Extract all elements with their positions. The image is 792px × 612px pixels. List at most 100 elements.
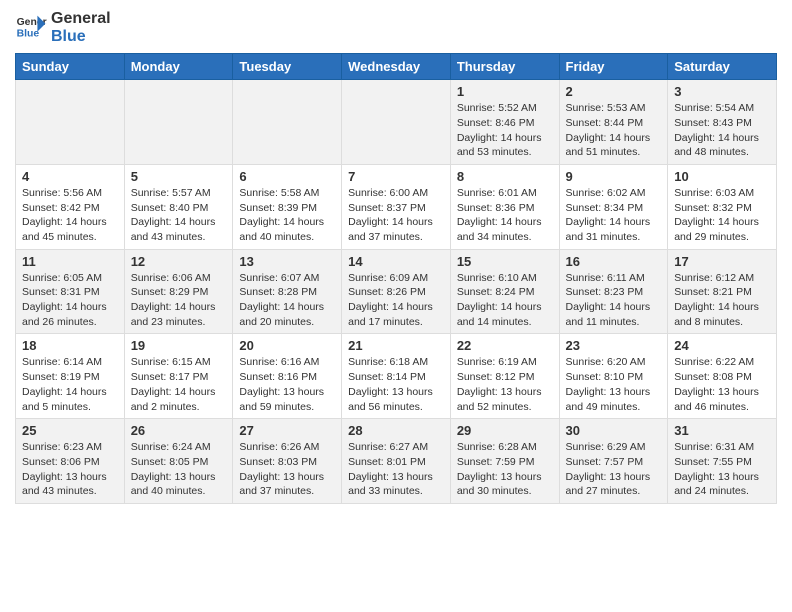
calendar-cell: 3Sunrise: 5:54 AMSunset: 8:43 PMDaylight… <box>668 80 777 165</box>
day-number: 4 <box>22 169 118 184</box>
day-number: 12 <box>131 254 227 269</box>
day-number: 19 <box>131 338 227 353</box>
day-info: Sunrise: 6:27 AMSunset: 8:01 PMDaylight:… <box>348 440 444 499</box>
calendar-cell <box>233 80 342 165</box>
week-row-5: 25Sunrise: 6:23 AMSunset: 8:06 PMDayligh… <box>16 419 777 504</box>
day-info: Sunrise: 6:06 AMSunset: 8:29 PMDaylight:… <box>131 271 227 330</box>
day-info: Sunrise: 6:02 AMSunset: 8:34 PMDaylight:… <box>566 186 662 245</box>
header-cell-wednesday: Wednesday <box>342 54 451 80</box>
day-number: 8 <box>457 169 553 184</box>
day-number: 1 <box>457 84 553 99</box>
day-info: Sunrise: 5:56 AMSunset: 8:42 PMDaylight:… <box>22 186 118 245</box>
calendar-cell: 24 Sunrise: 6:22 AMSunset: 8:08 PMDayligh… <box>668 334 777 419</box>
day-info: Sunrise: 5:58 AMSunset: 8:39 PMDaylight:… <box>239 186 335 245</box>
day-info: Sunrise: 6:31 AMSunset: 7:55 PMDaylight:… <box>674 440 770 499</box>
calendar-header: SundayMondayTuesdayWednesdayThursdayFrid… <box>16 54 777 80</box>
week-row-3: 11Sunrise: 6:05 AMSunset: 8:31 PMDayligh… <box>16 249 777 334</box>
week-row-4: 18Sunrise: 6:14 AMSunset: 8:19 PMDayligh… <box>16 334 777 419</box>
day-info: Sunrise: 5:57 AMSunset: 8:40 PMDaylight:… <box>131 186 227 245</box>
day-info: Sunrise: 6:28 AMSunset: 7:59 PMDaylight:… <box>457 440 553 499</box>
calendar-cell: 25Sunrise: 6:23 AMSunset: 8:06 PMDayligh… <box>16 419 125 504</box>
day-number: 5 <box>131 169 227 184</box>
day-info: Sunrise: 6:15 AMSunset: 8:17 PMDaylight:… <box>131 355 227 414</box>
header-cell-monday: Monday <box>124 54 233 80</box>
calendar-cell: 7 Sunrise: 6:00 AMSunset: 8:37 PMDaylight… <box>342 164 451 249</box>
calendar-cell: 4 Sunrise: 5:56 AMSunset: 8:42 PMDaylight… <box>16 164 125 249</box>
day-number: 9 <box>566 169 662 184</box>
calendar-cell: 14Sunrise: 6:09 AMSunset: 8:26 PMDayligh… <box>342 249 451 334</box>
header: General Blue General Blue <box>15 10 777 45</box>
day-number: 27 <box>239 423 335 438</box>
calendar-cell: 15 Sunrise: 6:10 AMSunset: 8:24 PMDayligh… <box>450 249 559 334</box>
logo-line2: Blue <box>51 28 111 46</box>
day-info: Sunrise: 6:18 AMSunset: 8:14 PMDaylight:… <box>348 355 444 414</box>
logo: General Blue General Blue <box>15 10 111 45</box>
day-number: 31 <box>674 423 770 438</box>
day-info: Sunrise: 6:22 AMSunset: 8:08 PMDaylight:… <box>674 355 770 414</box>
day-info: Sunrise: 6:10 AMSunset: 8:24 PMDaylight:… <box>457 271 553 330</box>
logo-icon: General Blue <box>15 14 47 42</box>
day-number: 28 <box>348 423 444 438</box>
day-number: 24 <box>674 338 770 353</box>
day-info: Sunrise: 6:07 AMSunset: 8:28 PMDaylight:… <box>239 271 335 330</box>
calendar-cell: 8 Sunrise: 6:01 AMSunset: 8:36 PMDaylight… <box>450 164 559 249</box>
calendar-cell: 31 Sunrise: 6:31 AMSunset: 7:55 PMDayligh… <box>668 419 777 504</box>
day-info: Sunrise: 6:09 AMSunset: 8:26 PMDaylight:… <box>348 271 444 330</box>
day-info: Sunrise: 6:11 AMSunset: 8:23 PMDaylight:… <box>566 271 662 330</box>
day-number: 15 <box>457 254 553 269</box>
logo-line1: General <box>51 10 111 28</box>
calendar-cell: 19 Sunrise: 6:15 AMSunset: 8:17 PMDayligh… <box>124 334 233 419</box>
calendar-cell: 11Sunrise: 6:05 AMSunset: 8:31 PMDayligh… <box>16 249 125 334</box>
day-number: 13 <box>239 254 335 269</box>
day-number: 2 <box>566 84 662 99</box>
day-info: Sunrise: 6:01 AMSunset: 8:36 PMDaylight:… <box>457 186 553 245</box>
calendar-cell: 9 Sunrise: 6:02 AMSunset: 8:34 PMDaylight… <box>559 164 668 249</box>
calendar-cell: 12 Sunrise: 6:06 AMSunset: 8:29 PMDayligh… <box>124 249 233 334</box>
day-info: Sunrise: 6:19 AMSunset: 8:12 PMDaylight:… <box>457 355 553 414</box>
calendar-table: SundayMondayTuesdayWednesdayThursdayFrid… <box>15 53 777 504</box>
day-info: Sunrise: 5:53 AMSunset: 8:44 PMDaylight:… <box>566 101 662 160</box>
day-number: 7 <box>348 169 444 184</box>
calendar-cell: 1Sunrise: 5:52 AMSunset: 8:46 PMDaylight… <box>450 80 559 165</box>
calendar-cell: 20Sunrise: 6:16 AMSunset: 8:16 PMDayligh… <box>233 334 342 419</box>
day-number: 29 <box>457 423 553 438</box>
calendar-cell: 6 Sunrise: 5:58 AMSunset: 8:39 PMDaylight… <box>233 164 342 249</box>
day-info: Sunrise: 6:24 AMSunset: 8:05 PMDaylight:… <box>131 440 227 499</box>
calendar-cell: 16Sunrise: 6:11 AMSunset: 8:23 PMDayligh… <box>559 249 668 334</box>
day-info: Sunrise: 6:16 AMSunset: 8:16 PMDaylight:… <box>239 355 335 414</box>
day-number: 18 <box>22 338 118 353</box>
calendar-cell: 21 Sunrise: 6:18 AMSunset: 8:14 PMDayligh… <box>342 334 451 419</box>
day-info: Sunrise: 6:05 AMSunset: 8:31 PMDaylight:… <box>22 271 118 330</box>
calendar-cell: 17Sunrise: 6:12 AMSunset: 8:21 PMDayligh… <box>668 249 777 334</box>
day-number: 25 <box>22 423 118 438</box>
week-row-1: 1Sunrise: 5:52 AMSunset: 8:46 PMDaylight… <box>16 80 777 165</box>
day-number: 10 <box>674 169 770 184</box>
day-number: 6 <box>239 169 335 184</box>
day-info: Sunrise: 6:29 AMSunset: 7:57 PMDaylight:… <box>566 440 662 499</box>
header-cell-friday: Friday <box>559 54 668 80</box>
day-info: Sunrise: 6:26 AMSunset: 8:03 PMDaylight:… <box>239 440 335 499</box>
header-cell-sunday: Sunday <box>16 54 125 80</box>
day-number: 22 <box>457 338 553 353</box>
header-cell-tuesday: Tuesday <box>233 54 342 80</box>
day-number: 3 <box>674 84 770 99</box>
calendar-cell <box>124 80 233 165</box>
calendar-cell: 18Sunrise: 6:14 AMSunset: 8:19 PMDayligh… <box>16 334 125 419</box>
day-info: Sunrise: 6:03 AMSunset: 8:32 PMDaylight:… <box>674 186 770 245</box>
calendar-cell: 26 Sunrise: 6:24 AMSunset: 8:05 PMDayligh… <box>124 419 233 504</box>
day-number: 21 <box>348 338 444 353</box>
day-number: 30 <box>566 423 662 438</box>
day-info: Sunrise: 6:00 AMSunset: 8:37 PMDaylight:… <box>348 186 444 245</box>
calendar-body: 1Sunrise: 5:52 AMSunset: 8:46 PMDaylight… <box>16 80 777 504</box>
calendar-cell: 5 Sunrise: 5:57 AMSunset: 8:40 PMDaylight… <box>124 164 233 249</box>
calendar-cell <box>342 80 451 165</box>
calendar-cell: 23Sunrise: 6:20 AMSunset: 8:10 PMDayligh… <box>559 334 668 419</box>
week-row-2: 4 Sunrise: 5:56 AMSunset: 8:42 PMDaylight… <box>16 164 777 249</box>
svg-text:Blue: Blue <box>17 28 40 39</box>
day-number: 26 <box>131 423 227 438</box>
calendar-cell: 13 Sunrise: 6:07 AMSunset: 8:28 PMDayligh… <box>233 249 342 334</box>
header-cell-saturday: Saturday <box>668 54 777 80</box>
calendar-cell: 2 Sunrise: 5:53 AMSunset: 8:44 PMDaylight… <box>559 80 668 165</box>
calendar-cell: 22 Sunrise: 6:19 AMSunset: 8:12 PMDayligh… <box>450 334 559 419</box>
calendar-cell: 29 Sunrise: 6:28 AMSunset: 7:59 PMDayligh… <box>450 419 559 504</box>
